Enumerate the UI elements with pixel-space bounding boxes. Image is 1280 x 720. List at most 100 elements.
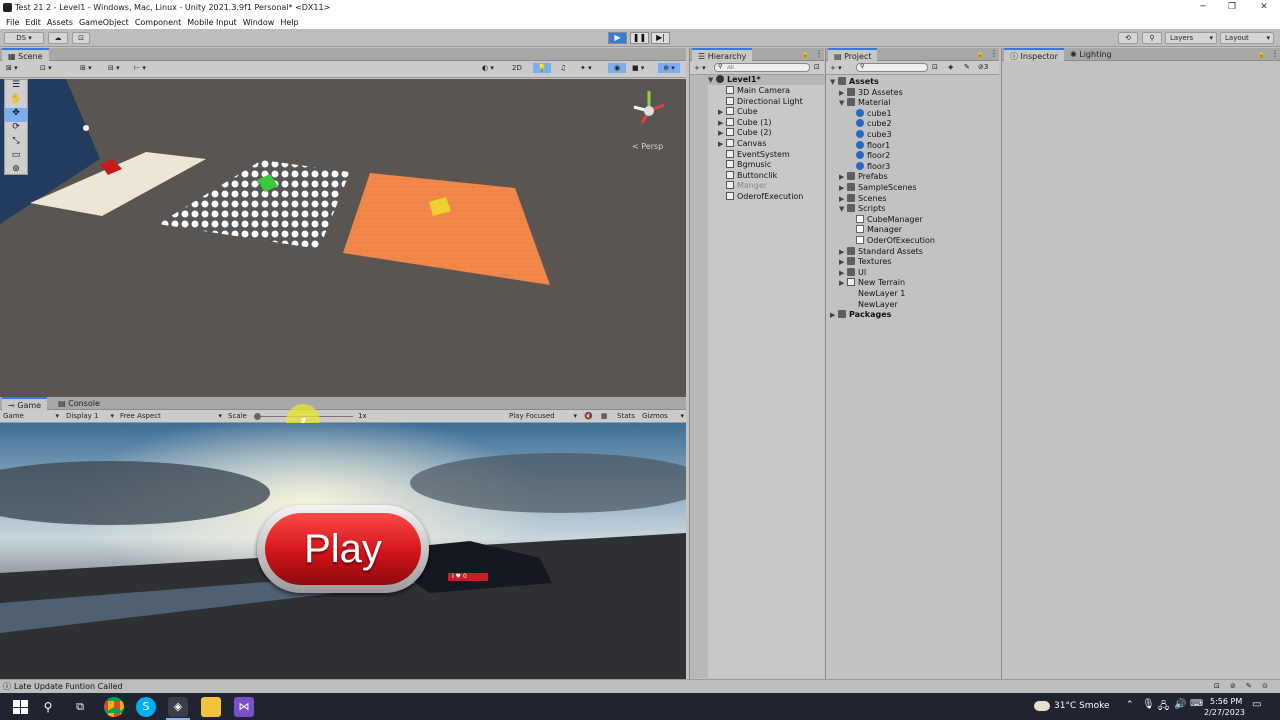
notifications-icon[interactable]: ▭ — [1252, 699, 1261, 710]
expand-arrow-icon[interactable]: ▶ — [839, 172, 847, 182]
lock-icon[interactable]: 🔒 — [976, 50, 985, 58]
skype-icon[interactable]: S — [136, 697, 156, 717]
view-tool-icon[interactable]: ☰ — [5, 80, 27, 94]
close-icon[interactable]: ✕ — [1250, 0, 1278, 15]
project-item[interactable]: ▶ Scenes — [839, 193, 887, 204]
search-icon[interactable]: ⚲ — [1142, 32, 1162, 44]
cloud-icon[interactable]: ☁ — [48, 32, 68, 44]
render-mode-icon[interactable]: ⊡ ▾ — [40, 63, 52, 73]
scene-viewport[interactable]: ☰ ✋ ✥ ⟳ ⤡ ▭ ⊛ < Persp — [0, 79, 686, 397]
task-view-icon[interactable]: ⧉ — [70, 697, 90, 717]
hierarchy-item[interactable]: EventSystem — [718, 149, 790, 160]
project-item[interactable]: floor1 — [848, 140, 890, 151]
menu-assets[interactable]: Assets — [47, 18, 73, 27]
history-icon[interactable]: ⟲ — [1118, 32, 1138, 44]
favorites-icon[interactable]: ✎ — [964, 63, 970, 71]
create-plus-button[interactable]: + ▾ — [830, 63, 842, 73]
frame-debugger-icon[interactable]: ▦ — [601, 411, 608, 421]
search-filter-icon[interactable]: ⊡ — [814, 63, 820, 71]
project-item[interactable]: cube2 — [848, 119, 892, 129]
scale-slider-handle[interactable] — [254, 413, 261, 420]
menu-window[interactable]: Window — [243, 18, 275, 27]
hierarchy-item[interactable]: ▶ Cube (1) — [718, 117, 772, 128]
hierarchy-root[interactable]: ▼ Level1* — [708, 75, 825, 85]
project-item[interactable]: Manager — [848, 225, 902, 235]
file-explorer-icon[interactable] — [201, 697, 221, 717]
menu-component[interactable]: Component — [135, 18, 181, 27]
expand-arrow-icon[interactable]: ▶ — [718, 128, 726, 138]
tray-overflow-icon[interactable]: ⌃ — [1126, 700, 1134, 710]
menu-mobile-input[interactable]: Mobile Input — [187, 18, 237, 27]
menu-dots-icon[interactable]: ⋮ — [990, 49, 998, 58]
hierarchy-item[interactable]: ▶ Cube — [718, 107, 758, 117]
game-mode-dropdown[interactable]: Game ▾ — [3, 411, 59, 421]
gizmos-toggle-icon[interactable]: ⊕ ▾ — [658, 63, 680, 73]
expand-arrow-icon[interactable]: ▶ — [718, 118, 726, 128]
expand-arrow-icon[interactable]: ▼ — [708, 75, 716, 85]
transform-tool-icon[interactable]: ⊛ — [5, 164, 27, 178]
expand-arrow-icon[interactable]: ▶ — [839, 194, 847, 204]
language-icon[interactable]: ⌨ — [1190, 699, 1203, 709]
hierarchy-item[interactable]: OderofExecution — [718, 192, 803, 202]
project-item[interactable]: ▶ Textures — [839, 257, 891, 267]
mute-audio-icon[interactable]: 🔇 — [584, 411, 593, 421]
hierarchy-item[interactable]: ▶ Canvas — [718, 139, 766, 149]
project-item[interactable]: cube1 — [848, 108, 892, 119]
increment-snap-icon[interactable]: ⊟ ▾ — [108, 63, 120, 73]
play-focused-dropdown[interactable]: Play Focused ▾ — [509, 411, 577, 421]
project-item[interactable]: NewLayer 1 — [839, 289, 905, 299]
menu-dots-icon[interactable]: ⋮ — [1271, 49, 1279, 58]
camera-settings-icon[interactable]: ■ ▾ — [632, 63, 644, 73]
expand-arrow-icon[interactable]: ▶ — [718, 139, 726, 149]
minimize-icon[interactable]: ─ — [1189, 0, 1217, 15]
network-icon[interactable]: 🖧 — [1158, 699, 1169, 716]
effects-icon[interactable]: ✦ ▾ — [580, 63, 592, 73]
expand-arrow-icon[interactable]: ▶ — [830, 310, 838, 320]
hand-tool-icon[interactable]: ✋ — [5, 94, 27, 108]
project-item[interactable]: ▶ SampleScenes — [839, 183, 917, 193]
project-item[interactable]: ▶ New Terrain — [839, 278, 905, 288]
layers-dropdown[interactable]: Layers ▾ — [1165, 32, 1217, 44]
lock-icon[interactable]: 🔒 — [1257, 50, 1266, 58]
tab-project[interactable]: ▤ Project — [828, 48, 878, 61]
expand-arrow-icon[interactable]: ▶ — [718, 107, 726, 117]
menu-dots-icon[interactable]: ⋮ — [815, 49, 823, 58]
hierarchy-item[interactable]: Manger — [718, 181, 767, 191]
play-mode-button[interactable]: ▶ — [608, 32, 627, 44]
project-item[interactable]: ▼ Scripts — [839, 204, 885, 214]
project-item[interactable]: CubeManager — [848, 214, 923, 225]
pause-button[interactable]: ❚❚ — [630, 32, 649, 44]
status-message[interactable]: Late Update Funtion Called — [14, 682, 123, 691]
draw-mode-icon[interactable]: ◐ ▾ — [482, 63, 494, 73]
gizmos-dropdown[interactable]: Gizmos ▾ — [642, 411, 684, 421]
persp-label[interactable]: < Persp — [632, 142, 663, 151]
hierarchy-item[interactable]: Bgmusic — [718, 160, 771, 170]
grid-snap-icon[interactable]: ⊞ ▾ — [80, 63, 92, 73]
menu-help[interactable]: Help — [280, 18, 298, 27]
expand-arrow-icon[interactable]: ▼ — [839, 98, 847, 108]
project-item[interactable]: ▼ Assets — [830, 77, 879, 87]
project-item[interactable]: ▶ Prefabs — [839, 172, 888, 182]
stats-button[interactable]: Stats — [617, 411, 635, 421]
expand-arrow-icon[interactable]: ▶ — [839, 278, 847, 288]
search-icon[interactable]: ⚲ — [38, 697, 58, 717]
menu-edit[interactable]: Edit — [25, 18, 41, 27]
tab-inspector[interactable]: ⓘ Inspector — [1004, 48, 1064, 61]
tab-lighting[interactable]: ✺ Lighting — [1064, 48, 1118, 61]
project-item[interactable]: ▶ 3D Assetes — [839, 87, 903, 98]
maximize-icon[interactable]: ❐ — [1218, 0, 1246, 15]
tab-scene[interactable]: ▦ Scene — [2, 48, 49, 61]
visual-studio-icon[interactable]: ⋈ — [234, 697, 254, 717]
project-item[interactable]: cube3 — [848, 130, 892, 140]
project-item[interactable]: NewLayer — [839, 300, 898, 310]
toggle-2d-button[interactable]: 2D — [512, 63, 522, 73]
layout-dropdown[interactable]: Layout ▾ — [1220, 32, 1274, 44]
search-by-label-icon[interactable]: ◈ — [948, 63, 953, 71]
account-dropdown[interactable]: DS ▾ — [4, 32, 44, 44]
rotate-tool-icon[interactable]: ⟳ — [5, 122, 27, 136]
play-button[interactable]: Play — [257, 505, 429, 593]
volume-icon[interactable]: 🔊 — [1174, 699, 1186, 710]
collab-icon[interactable]: ⊡ — [72, 32, 90, 44]
menu-file[interactable]: File — [6, 18, 19, 27]
step-button[interactable]: ▶| — [651, 32, 670, 44]
